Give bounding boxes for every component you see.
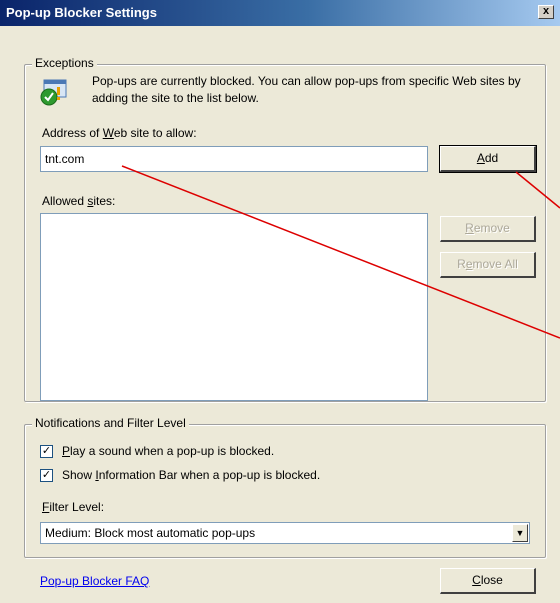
show-infobar-label: Show Information Bar when a pop-up is bl… <box>62 468 321 482</box>
notifications-legend: Notifications and Filter Level <box>32 416 189 430</box>
chevron-down-icon[interactable]: ▼ <box>512 524 528 542</box>
close-button[interactable]: Close <box>440 568 536 594</box>
title-bar[interactable]: Pop-up Blocker Settings x <box>0 0 560 26</box>
allowed-sites-label: Allowed sites: <box>42 194 116 208</box>
remove-button[interactable]: Remove <box>440 216 536 242</box>
show-infobar-checkbox[interactable]: ✓ <box>40 469 53 482</box>
dialog-title: Pop-up Blocker Settings <box>6 5 157 20</box>
play-sound-label: Play a sound when a pop-up is blocked. <box>62 444 275 458</box>
play-sound-checkbox[interactable]: ✓ <box>40 445 53 458</box>
address-input[interactable] <box>40 146 428 172</box>
faq-link[interactable]: Pop-up Blocker FAQ <box>40 574 149 588</box>
address-label: Address of Web site to allow: <box>42 126 197 140</box>
remove-all-button[interactable]: Remove All <box>440 252 536 278</box>
exceptions-info-text: Pop-ups are currently blocked. You can a… <box>92 74 521 105</box>
allowed-sites-list[interactable] <box>40 213 428 401</box>
close-icon[interactable]: x <box>538 5 554 19</box>
filter-level-value: Medium: Block most automatic pop-ups <box>45 526 256 540</box>
filter-level-label: Filter Level: <box>42 500 105 514</box>
filter-level-select[interactable]: Medium: Block most automatic pop-ups ▼ <box>40 522 530 544</box>
add-button[interactable]: Add <box>439 145 537 173</box>
exceptions-legend: Exceptions <box>32 56 97 70</box>
popup-blocked-shield-icon <box>40 79 67 106</box>
popup-blocker-dialog: Pop-up Blocker Settings x Exceptions Pop… <box>0 0 560 603</box>
